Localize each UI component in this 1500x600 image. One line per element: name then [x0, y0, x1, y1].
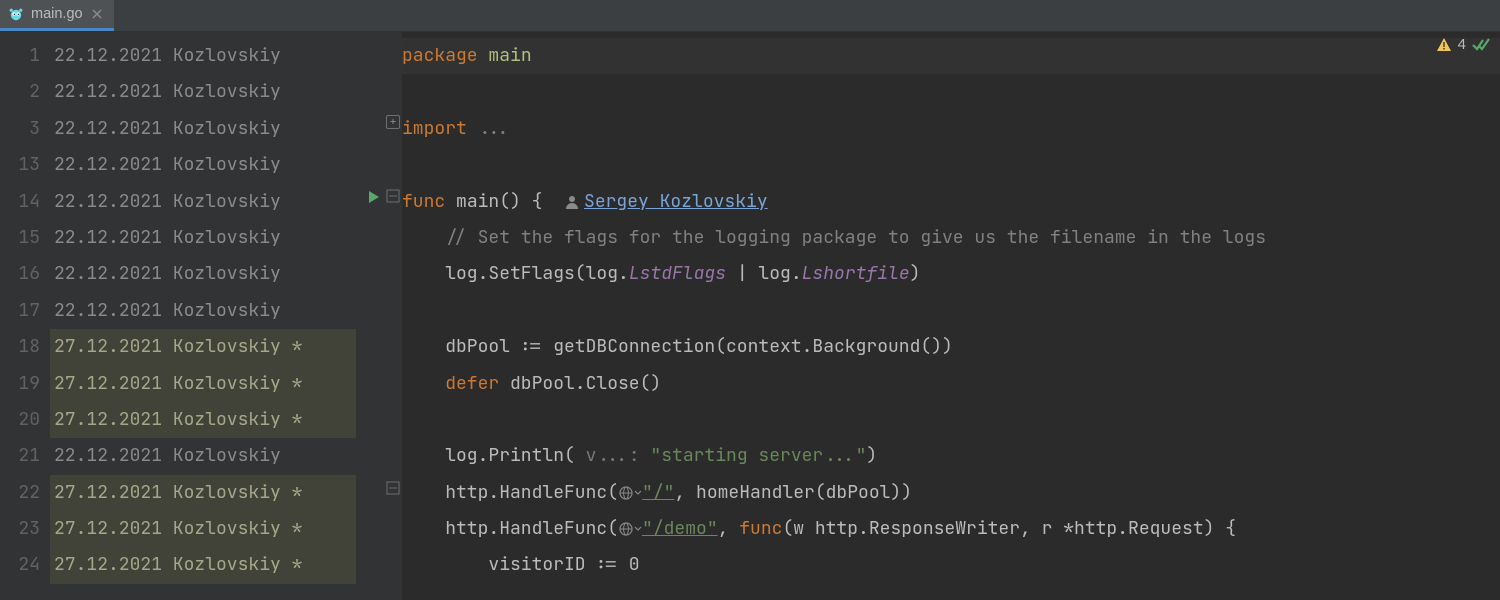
gutter-row[interactable]: 1927.12.2021 Kozlovskiy *: [0, 366, 356, 402]
code-line[interactable]: http.HandleFunc("/demo", func(w http.Res…: [402, 511, 1500, 547]
editor: 122.12.2021 Kozlovskiy222.12.2021 Kozlov…: [0, 32, 1500, 600]
blame-annotation[interactable]: 27.12.2021 Kozlovskiy *: [50, 366, 356, 402]
gutter-row[interactable]: 1322.12.2021 Kozlovskiy: [0, 147, 356, 183]
code-line[interactable]: defer dbPool.Close(): [402, 366, 1500, 402]
blame-annotation[interactable]: 22.12.2021 Kozlovskiy: [50, 74, 356, 110]
globe-icon[interactable]: [618, 521, 642, 537]
blame-annotation[interactable]: 22.12.2021 Kozlovskiy: [50, 111, 356, 147]
code-line[interactable]: log.Println( v...: "starting server..."): [402, 438, 1500, 474]
tab-bar: main.go: [0, 0, 1500, 32]
code-line[interactable]: visitorID := 0: [402, 547, 1500, 583]
line-number: 15: [0, 220, 50, 256]
blame-annotation[interactable]: 22.12.2021 Kozlovskiy: [50, 38, 356, 74]
gutter-row[interactable]: 222.12.2021 Kozlovskiy: [0, 74, 356, 110]
warning-icon: [1436, 37, 1452, 53]
line-number: 23: [0, 511, 50, 547]
gutter-row[interactable]: 2027.12.2021 Kozlovskiy *: [0, 402, 356, 438]
blame-annotation[interactable]: 22.12.2021 Kozlovskiy: [50, 220, 356, 256]
inspections-widget[interactable]: 4: [1436, 36, 1490, 53]
line-number: 16: [0, 256, 50, 292]
gutter-annotations: 122.12.2021 Kozlovskiy222.12.2021 Kozlov…: [0, 32, 356, 600]
blame-annotation[interactable]: 27.12.2021 Kozlovskiy *: [50, 547, 356, 583]
line-number: 3: [0, 111, 50, 147]
fold-collapse-icon[interactable]: [386, 189, 400, 203]
person-icon: [564, 194, 580, 210]
gutter-row[interactable]: 2227.12.2021 Kozlovskiy *: [0, 475, 356, 511]
line-number: 13: [0, 147, 50, 183]
param-hint: v...:: [575, 444, 651, 467]
blame-annotation[interactable]: 22.12.2021 Kozlovskiy: [50, 256, 356, 292]
gutter-row[interactable]: 1827.12.2021 Kozlovskiy *: [0, 329, 356, 365]
line-number: 14: [0, 184, 50, 220]
analysis-ok-icon: [1472, 37, 1490, 53]
line-number: 20: [0, 402, 50, 438]
run-icon[interactable]: [366, 189, 382, 205]
line-number: 17: [0, 293, 50, 329]
code-line[interactable]: func main() { Sergey Kozlovskiy: [402, 184, 1500, 220]
close-icon[interactable]: [90, 7, 104, 21]
warning-count: 4: [1458, 36, 1466, 53]
gutter-row[interactable]: 2327.12.2021 Kozlovskiy *: [0, 511, 356, 547]
fold-expand-icon[interactable]: +: [386, 115, 400, 129]
blame-annotation[interactable]: 27.12.2021 Kozlovskiy *: [50, 329, 356, 365]
line-number: 18: [0, 329, 50, 365]
blame-annotation[interactable]: 22.12.2021 Kozlovskiy: [50, 184, 356, 220]
code-area[interactable]: 4 package main import ... func main() { …: [402, 32, 1500, 600]
gutter-icons: +: [356, 32, 402, 600]
code-line[interactable]: package main: [402, 38, 1500, 74]
line-number: 2: [0, 74, 50, 110]
code-line[interactable]: http.HandleFunc("/", homeHandler(dbPool)…: [402, 475, 1500, 511]
line-number: 19: [0, 366, 50, 402]
code-line[interactable]: log.SetFlags(log.LstdFlags | log.Lshortf…: [402, 256, 1500, 292]
code-line[interactable]: // Set the flags for the logging package…: [402, 220, 1500, 256]
code-line[interactable]: dbPool := getDBConnection(context.Backgr…: [402, 329, 1500, 365]
blame-annotation[interactable]: 22.12.2021 Kozlovskiy: [50, 293, 356, 329]
code-line[interactable]: [402, 402, 1500, 438]
fold-collapse-icon[interactable]: [386, 481, 400, 495]
gutter-row[interactable]: 322.12.2021 Kozlovskiy: [0, 111, 356, 147]
gutter-row[interactable]: 1422.12.2021 Kozlovskiy: [0, 184, 356, 220]
blame-annotation[interactable]: 22.12.2021 Kozlovskiy: [50, 147, 356, 183]
gutter-row[interactable]: 122.12.2021 Kozlovskiy: [0, 38, 356, 74]
gutter-row[interactable]: 1622.12.2021 Kozlovskiy: [0, 256, 356, 292]
line-number: 22: [0, 475, 50, 511]
blame-annotation[interactable]: 27.12.2021 Kozlovskiy *: [50, 511, 356, 547]
tab-filename: main.go: [31, 6, 83, 22]
line-number: 1: [0, 38, 50, 74]
code-line[interactable]: [402, 147, 1500, 183]
blame-annotation[interactable]: 22.12.2021 Kozlovskiy: [50, 438, 356, 474]
blame-annotation[interactable]: 27.12.2021 Kozlovskiy *: [50, 402, 356, 438]
blame-annotation[interactable]: 27.12.2021 Kozlovskiy *: [50, 475, 356, 511]
line-number: 21: [0, 438, 50, 474]
gutter-row[interactable]: 1522.12.2021 Kozlovskiy: [0, 220, 356, 256]
file-tab[interactable]: main.go: [0, 0, 114, 31]
gutter-row[interactable]: 1722.12.2021 Kozlovskiy: [0, 293, 356, 329]
go-file-icon: [8, 6, 24, 22]
line-number: 24: [0, 547, 50, 583]
code-line[interactable]: import ...: [402, 111, 1500, 147]
code-line[interactable]: [402, 293, 1500, 329]
gutter-row[interactable]: 2122.12.2021 Kozlovskiy: [0, 438, 356, 474]
author-inlay[interactable]: Sergey Kozlovskiy: [584, 190, 768, 213]
globe-icon[interactable]: [618, 485, 642, 501]
gutter-row[interactable]: 2427.12.2021 Kozlovskiy *: [0, 547, 356, 583]
code-line[interactable]: [402, 74, 1500, 110]
